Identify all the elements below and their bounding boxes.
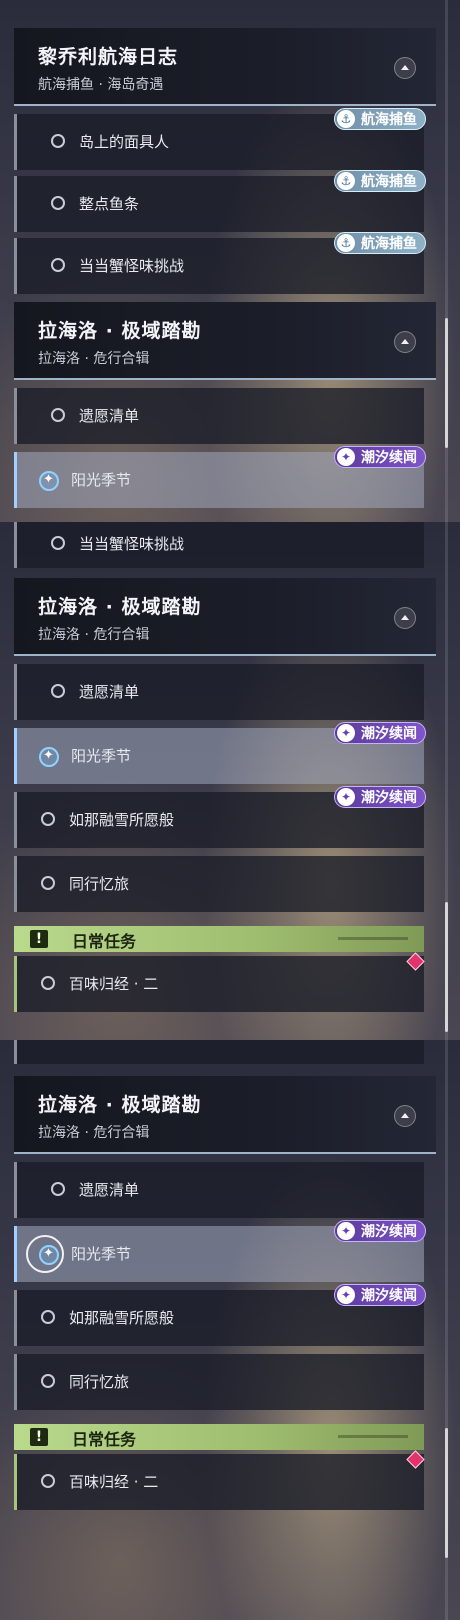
radio-circle-icon (41, 1374, 55, 1388)
quest-label: 当当蟹怪味挑战 (79, 257, 185, 275)
tide-badge: ✦ 潮汐续闻 (334, 786, 426, 808)
quest-label: 同行忆旅 (69, 875, 130, 893)
badge-label: 航海捕鱼 (361, 112, 417, 128)
header-decoration (338, 1435, 408, 1438)
radio-circle-icon (51, 408, 65, 422)
quest-group-header[interactable]: 拉海洛 · 极域踏勘 拉海洛 · 危行合辑 (14, 1076, 436, 1154)
radio-circle-icon (41, 812, 55, 826)
badge-label: 潮汐续闻 (361, 726, 417, 742)
quest-label: 如那融雪所愿般 (69, 811, 175, 829)
quest-list-panel-1: 黎乔利航海日志 航海捕鱼 · 海岛奇遇 岛上的面具人 ⚓ 航海捕鱼 整点鱼条 ⚓… (0, 0, 460, 522)
badge-label: 潮汐续闻 (361, 450, 417, 466)
chevron-up-icon[interactable] (394, 331, 416, 353)
radio-circle-icon (51, 258, 65, 272)
quest-item[interactable]: 同行忆旅 (14, 1354, 424, 1410)
chevron-up-icon[interactable] (394, 57, 416, 79)
quest-group-header[interactable]: 拉海洛 · 极域踏勘 拉海洛 · 危行合辑 (14, 578, 436, 656)
chevron-up-icon[interactable] (394, 1105, 416, 1127)
header-decoration (338, 937, 408, 940)
group-subtitle: 拉海洛 · 危行合辑 (38, 627, 150, 643)
anchor-icon: ⚓ (337, 172, 355, 190)
badge-label: 航海捕鱼 (361, 236, 417, 252)
group-title: 拉海洛 · 极域踏勘 (38, 596, 202, 618)
badge-label: 潮汐续闻 (361, 790, 417, 806)
sparkle-icon: ✦ (337, 448, 355, 466)
badge-label: 潮汐续闻 (361, 1224, 417, 1240)
sparkle-icon: ✦ (337, 788, 355, 806)
radio-circle-icon (41, 976, 55, 990)
exclamation-icon: ! (30, 930, 48, 948)
quest-label: 当当蟹怪味挑战 (79, 535, 185, 553)
quest-label: 阳光季节 (71, 747, 132, 765)
daily-title: 日常任务 (72, 1430, 137, 1449)
daily-quest-item[interactable]: 百味归经 · 二 (14, 956, 424, 1012)
chevron-up-icon[interactable] (394, 607, 416, 629)
quest-label: 同行忆旅 (69, 1373, 130, 1391)
daily-title: 日常任务 (72, 932, 137, 951)
daily-quest-header[interactable]: ! 日常任务 (14, 926, 424, 952)
tide-badge: ✦ 潮汐续闻 (334, 722, 426, 744)
group-title: 拉海洛 · 极域踏勘 (38, 1094, 202, 1116)
tide-badge: ✦ 潮汐续闻 (334, 1284, 426, 1306)
scrollbar-thumb[interactable] (445, 1428, 448, 1558)
group-title: 拉海洛 · 极域踏勘 (38, 320, 202, 342)
group-title: 黎乔利航海日志 (38, 46, 179, 68)
group-subtitle: 拉海洛 · 危行合辑 (38, 1125, 150, 1141)
radio-circle-icon (51, 1182, 65, 1196)
radio-circle-icon (51, 536, 65, 550)
quest-label: 整点鱼条 (79, 195, 140, 213)
radio-circle-icon (41, 876, 55, 890)
badge-label: 航海捕鱼 (361, 174, 417, 190)
daily-quest-header[interactable]: ! 日常任务 (14, 1424, 424, 1450)
quest-label: 遗愿清单 (79, 1181, 140, 1199)
selection-focus-ring (26, 1235, 64, 1273)
sparkle-icon: ✦ (337, 1286, 355, 1304)
badge-label: 潮汐续闻 (361, 1288, 417, 1304)
sparkle-target-icon (39, 747, 59, 767)
exclamation-icon: ! (30, 1428, 48, 1446)
quest-label: 百味归经 · 二 (69, 975, 159, 993)
quest-label: 遗愿清单 (79, 683, 140, 701)
quest-list-panel-3: 拉海洛 · 极域踏勘 拉海洛 · 危行合辑 遗愿清单 阳光季节 ✦ 潮汐续闻 如… (0, 1040, 460, 1620)
quest-label: 阳光季节 (71, 471, 132, 489)
radio-circle-icon (41, 1474, 55, 1488)
group-subtitle: 航海捕鱼 · 海岛奇遇 (38, 77, 164, 93)
sparkle-icon: ✦ (337, 1222, 355, 1240)
quest-item[interactable]: 同行忆旅 (14, 856, 424, 912)
sparkle-target-icon (39, 471, 59, 491)
quest-label: 阳光季节 (71, 1245, 132, 1263)
radio-circle-icon (51, 196, 65, 210)
tide-badge: ✦ 潮汐续闻 (334, 446, 426, 468)
quest-item[interactable]: 遗愿清单 (14, 388, 424, 444)
daily-quest-item[interactable]: 百味归经 · 二 (14, 1454, 424, 1510)
quest-item (14, 1040, 424, 1064)
quest-label: 岛上的面具人 (79, 133, 170, 151)
fishing-badge: ⚓ 航海捕鱼 (334, 232, 426, 254)
radio-circle-icon (41, 1310, 55, 1324)
fishing-badge: ⚓ 航海捕鱼 (334, 108, 426, 130)
quest-label: 如那融雪所愿般 (69, 1309, 175, 1327)
quest-item[interactable]: 当当蟹怪味挑战 (14, 522, 424, 568)
quest-item[interactable]: 遗愿清单 (14, 664, 424, 720)
anchor-icon: ⚓ (337, 110, 355, 128)
quest-list-panel-2: 当当蟹怪味挑战 拉海洛 · 极域踏勘 拉海洛 · 危行合辑 遗愿清单 阳光季节 … (0, 522, 460, 1040)
scrollbar-thumb[interactable] (445, 902, 448, 1032)
quest-group-header[interactable]: 黎乔利航海日志 航海捕鱼 · 海岛奇遇 (14, 28, 436, 106)
group-subtitle: 拉海洛 · 危行合辑 (38, 351, 150, 367)
quest-item[interactable]: 遗愿清单 (14, 1162, 424, 1218)
sparkle-icon: ✦ (337, 724, 355, 742)
anchor-icon: ⚓ (337, 234, 355, 252)
radio-circle-icon (51, 134, 65, 148)
radio-circle-icon (51, 684, 65, 698)
quest-label: 百味归经 · 二 (69, 1473, 159, 1491)
quest-label: 遗愿清单 (79, 407, 140, 425)
scrollbar-thumb[interactable] (445, 318, 448, 448)
tide-badge: ✦ 潮汐续闻 (334, 1220, 426, 1242)
quest-group-header[interactable]: 拉海洛 · 极域踏勘 拉海洛 · 危行合辑 (14, 302, 436, 380)
fishing-badge: ⚓ 航海捕鱼 (334, 170, 426, 192)
